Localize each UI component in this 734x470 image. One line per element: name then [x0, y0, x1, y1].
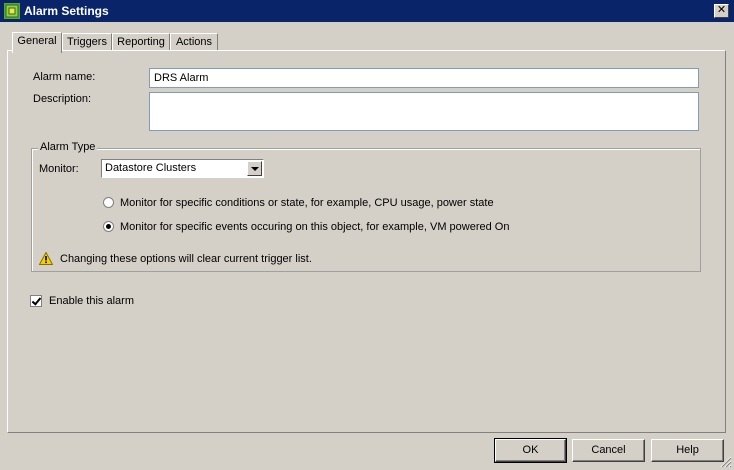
- tab-actions[interactable]: Actions: [170, 33, 218, 51]
- ok-button[interactable]: OK: [494, 438, 567, 463]
- monitor-label: Monitor:: [39, 163, 79, 175]
- window-title: Alarm Settings: [24, 4, 109, 18]
- alarm-app-icon: [4, 3, 20, 19]
- alarm-type-title: Alarm Type: [38, 141, 98, 154]
- monitor-select[interactable]: Datastore Clusters: [101, 159, 264, 178]
- description-label: Description:: [33, 93, 92, 105]
- chevron-down-icon[interactable]: [247, 161, 262, 176]
- tab-label: Triggers: [67, 36, 107, 48]
- tab-label: Reporting: [117, 36, 165, 48]
- tab-general[interactable]: General: [12, 32, 62, 53]
- title-bar[interactable]: Alarm Settings ✕: [0, 0, 734, 22]
- radio-specific-events-label[interactable]: Monitor for specific events occuring on …: [120, 221, 509, 233]
- help-button-label: Help: [676, 444, 699, 456]
- radio-conditions-state[interactable]: [103, 197, 114, 208]
- enable-alarm-label[interactable]: Enable this alarm: [49, 295, 134, 307]
- warning-text: Changing these options will clear curren…: [60, 253, 312, 265]
- alarm-name-value: DRS Alarm: [154, 72, 209, 84]
- alarm-name-input[interactable]: DRS Alarm: [149, 68, 699, 88]
- help-button[interactable]: Help: [651, 439, 724, 462]
- alarm-settings-dialog: Alarm Settings ✕ General Triggers Report…: [0, 0, 734, 470]
- tab-label: Actions: [175, 36, 213, 48]
- cancel-button-label: Cancel: [591, 444, 626, 456]
- radio-specific-events[interactable]: [103, 221, 114, 232]
- ok-button-label: OK: [522, 444, 539, 456]
- description-input[interactable]: [149, 92, 699, 131]
- tab-triggers[interactable]: Triggers: [62, 33, 112, 51]
- resize-grip-icon[interactable]: [718, 454, 732, 468]
- close-icon: ✕: [716, 4, 727, 16]
- alarm-name-label: Alarm name:: [33, 71, 96, 83]
- close-button[interactable]: ✕: [714, 4, 729, 18]
- cancel-button[interactable]: Cancel: [572, 439, 645, 462]
- monitor-select-value: Datastore Clusters: [105, 162, 197, 174]
- radio-conditions-state-label[interactable]: Monitor for specific conditions or state…: [120, 197, 494, 209]
- enable-alarm-checkbox[interactable]: [30, 295, 42, 307]
- warning-triangle-icon: [39, 252, 53, 265]
- tab-reporting[interactable]: Reporting: [112, 33, 170, 51]
- tab-label: General: [17, 35, 57, 47]
